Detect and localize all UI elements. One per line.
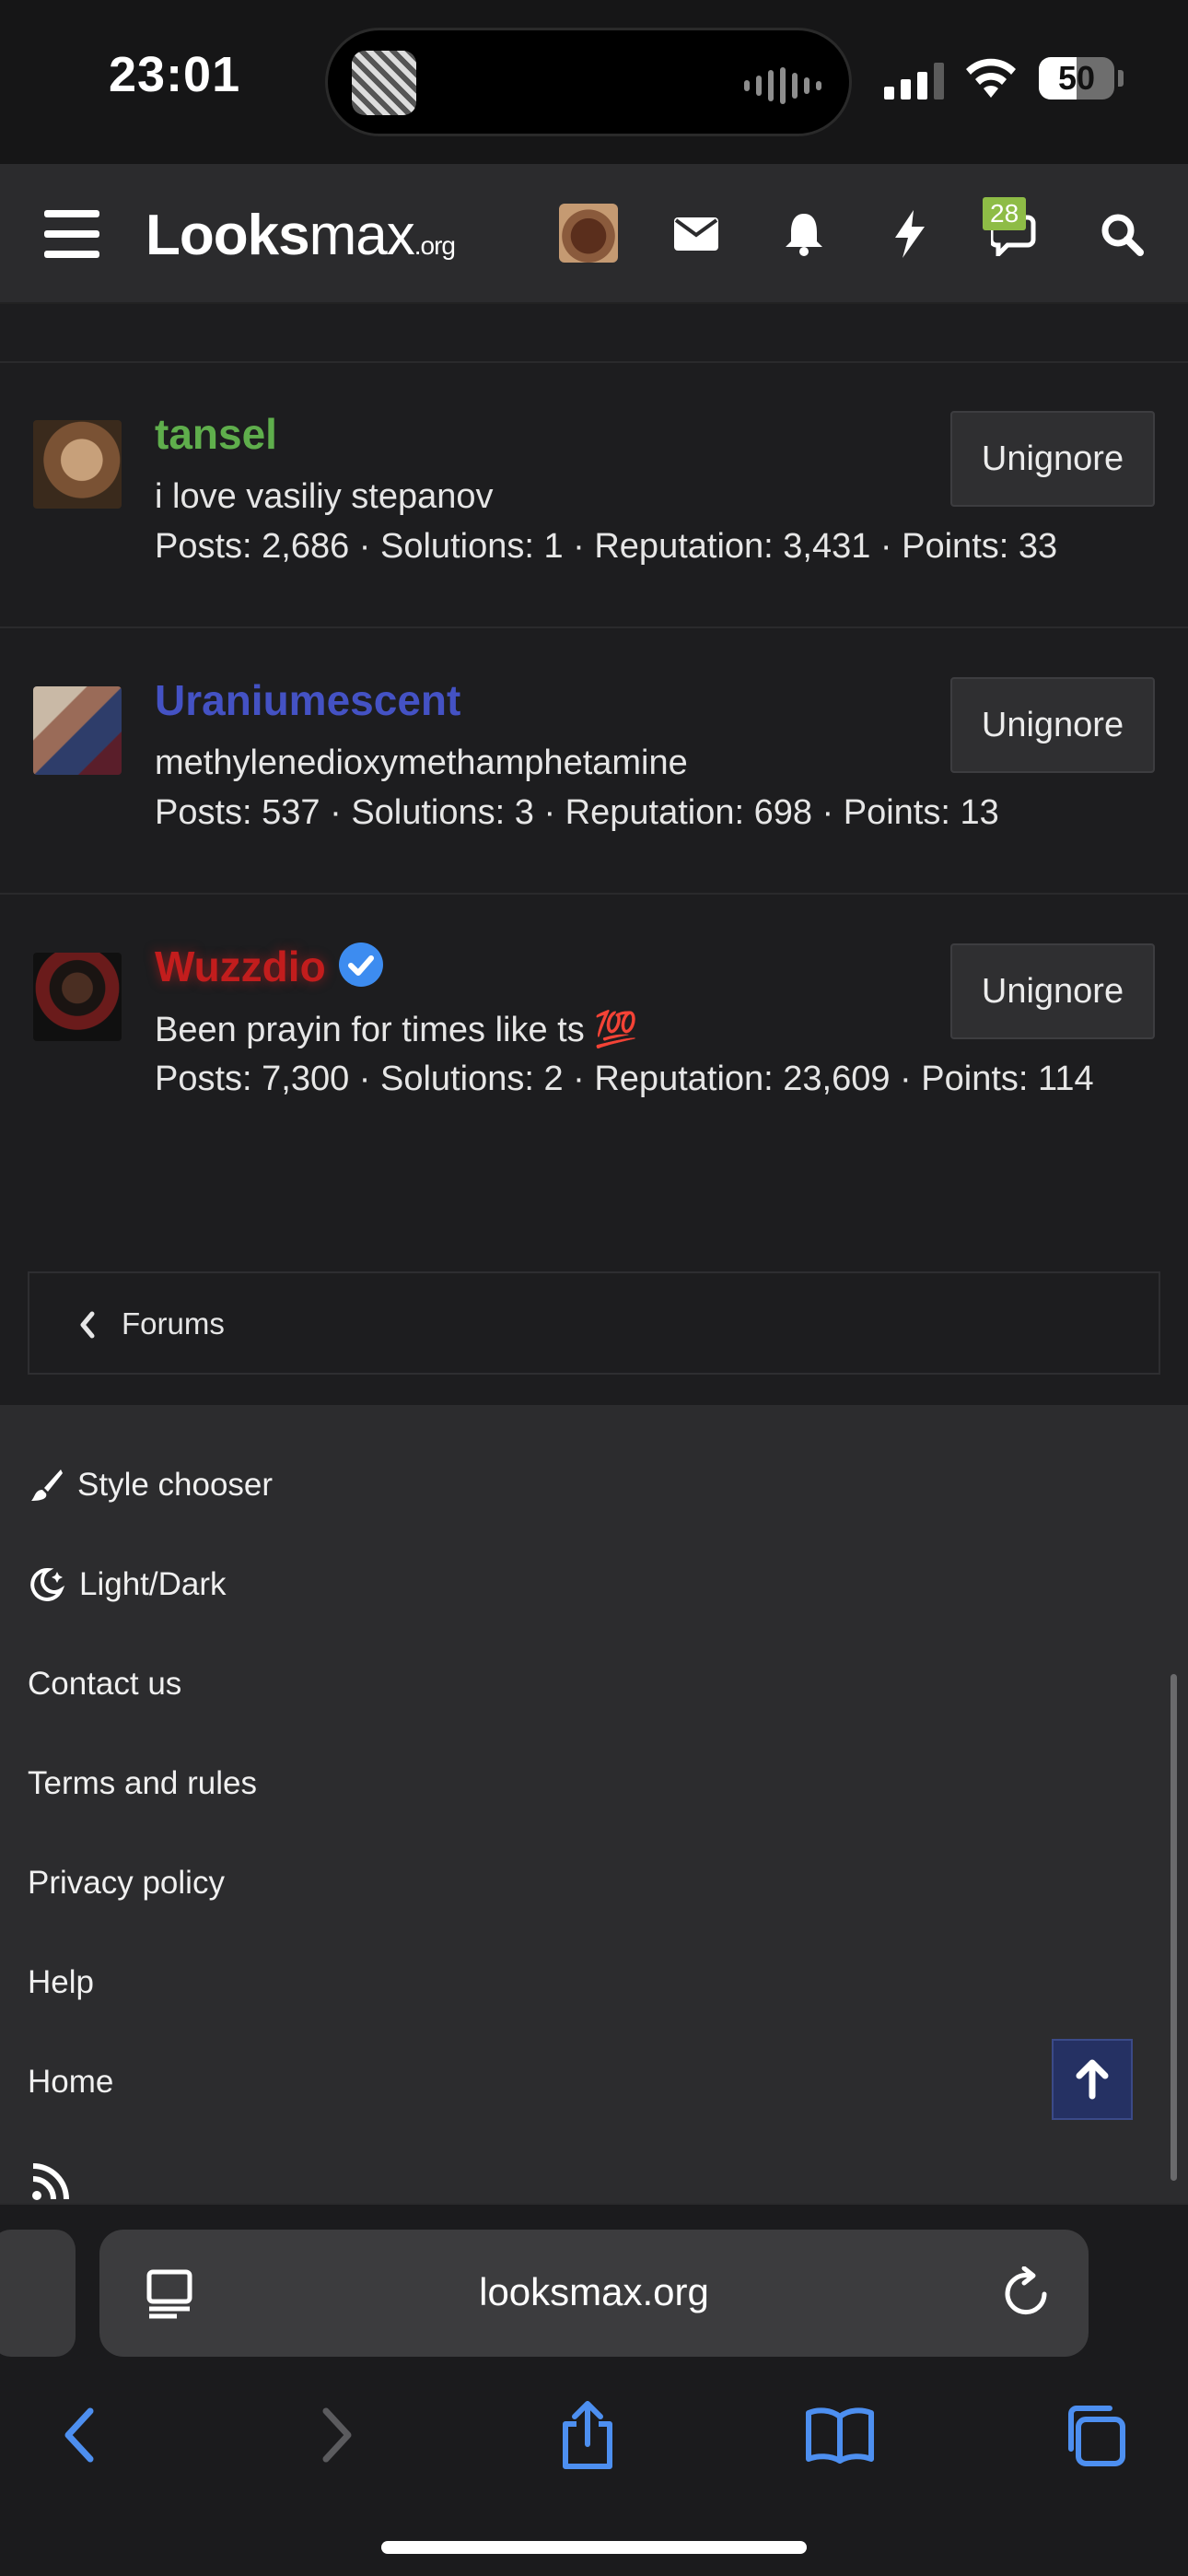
ios-status-bar: 23:01 50 — [0, 0, 1188, 164]
logo-text-tld: .org — [413, 231, 456, 260]
audio-waveform-icon — [744, 67, 821, 104]
chevron-right-icon — [322, 2407, 352, 2463]
tabs-button[interactable] — [1048, 2389, 1140, 2481]
member-avatar[interactable] — [33, 420, 122, 509]
dynamic-island[interactable] — [325, 28, 852, 136]
unignore-button[interactable]: Unignore — [950, 943, 1155, 1039]
member-avatar[interactable] — [33, 686, 122, 775]
site-logo[interactable]: Looksmax.org — [146, 203, 456, 268]
now-playing-artwork — [352, 51, 416, 115]
user-avatar[interactable] — [559, 204, 618, 263]
back-button[interactable] — [33, 2389, 125, 2481]
member-stats: Posts: 2,686 · Solutions: 1 · Reputation… — [155, 527, 1058, 566]
book-icon — [806, 2407, 874, 2464]
member-name[interactable]: Uraniumescent — [155, 675, 460, 725]
unignore-button[interactable]: Unignore — [950, 411, 1155, 507]
chevron-left-icon — [64, 2407, 94, 2463]
member-status: methylenedioxymethamphetamine — [155, 744, 688, 782]
logo-text-main: Looks — [146, 204, 310, 267]
light-dark-label: Light/Dark — [79, 1566, 227, 1602]
rss-icon[interactable] — [31, 2162, 70, 2201]
battery-cap — [1118, 70, 1124, 87]
breadcrumb-forums-link[interactable]: Forums — [122, 1306, 225, 1341]
scroll-to-top-button[interactable] — [1052, 2039, 1133, 2120]
list-item: tansel i love vasiliy stepanov Posts: 2,… — [0, 363, 1188, 628]
unignore-button[interactable]: Unignore — [950, 677, 1155, 773]
member-name[interactable]: tansel — [155, 409, 277, 459]
help-link[interactable]: Help — [28, 1964, 94, 2001]
battery-level: 50 — [1057, 59, 1096, 97]
inbox-envelope-icon[interactable] — [670, 208, 722, 260]
paintbrush-icon — [29, 1468, 64, 1503]
site-header: Looksmax.org 28 — [0, 164, 1188, 304]
wifi-icon — [966, 58, 1016, 98]
forward-button[interactable] — [291, 2389, 383, 2481]
share-button[interactable] — [542, 2389, 634, 2481]
member-avatar[interactable] — [33, 953, 122, 1041]
member-status: Been prayin for times like ts 💯 — [155, 1011, 638, 1049]
member-name-row: Wuzzdio — [155, 942, 383, 992]
style-chooser-label: Style chooser — [77, 1467, 274, 1503]
menu-icon[interactable] — [44, 210, 99, 258]
member-name[interactable]: Wuzzdio — [155, 943, 326, 990]
arrow-up-icon — [1076, 2059, 1109, 2100]
share-icon — [563, 2401, 612, 2469]
member-stats: Posts: 537 · Solutions: 3 · Reputation: … — [155, 793, 999, 832]
member-status: i love vasiliy stepanov — [155, 477, 494, 516]
whats-new-bolt-icon[interactable] — [884, 208, 936, 260]
moon-stars-icon — [29, 1566, 66, 1603]
cellular-signal-icon — [884, 63, 944, 100]
privacy-policy-link[interactable]: Privacy policy — [28, 1865, 225, 1902]
breadcrumb[interactable]: Forums — [28, 1271, 1160, 1375]
tabs-icon — [1068, 2406, 1125, 2466]
light-dark-toggle[interactable]: Light/Dark — [29, 1566, 227, 1603]
home-indicator[interactable] — [381, 2541, 807, 2554]
url-text: looksmax.org — [479, 2270, 709, 2313]
address-bar[interactable]: looksmax.org — [99, 2230, 1089, 2357]
verified-badge-icon — [338, 942, 383, 987]
battery-icon: 50 — [1039, 57, 1114, 100]
member-stats: Posts: 7,300 · Solutions: 2 · Reputation… — [155, 1060, 1094, 1098]
reload-icon[interactable] — [1002, 2266, 1052, 2320]
browser-toolbar: looksmax.org — [0, 2203, 1188, 2576]
site-footer: Style chooser Light/Dark Contact us Term… — [0, 1405, 1188, 2203]
list-item: Uraniumescent methylenedioxymethamphetam… — [0, 629, 1188, 895]
page-scrollbar[interactable] — [1171, 1674, 1177, 2181]
search-icon[interactable] — [1096, 208, 1147, 260]
bookmarks-button[interactable] — [794, 2389, 886, 2481]
chevron-left-icon — [80, 1311, 95, 1339]
previous-tab-preview[interactable] — [0, 2230, 76, 2357]
terms-rules-link[interactable]: Terms and rules — [28, 1765, 257, 1802]
alerts-bell-icon[interactable] — [778, 208, 830, 260]
style-chooser-link[interactable]: Style chooser — [29, 1467, 273, 1504]
conversations-count-badge: 28 — [983, 197, 1027, 230]
status-time: 23:01 — [109, 47, 241, 102]
list-item: Wuzzdio Been prayin for times like ts 💯 … — [0, 896, 1188, 1161]
home-link[interactable]: Home — [28, 2064, 113, 2101]
contact-us-link[interactable]: Contact us — [28, 1666, 181, 1703]
logo-text-sub: max — [309, 204, 415, 267]
